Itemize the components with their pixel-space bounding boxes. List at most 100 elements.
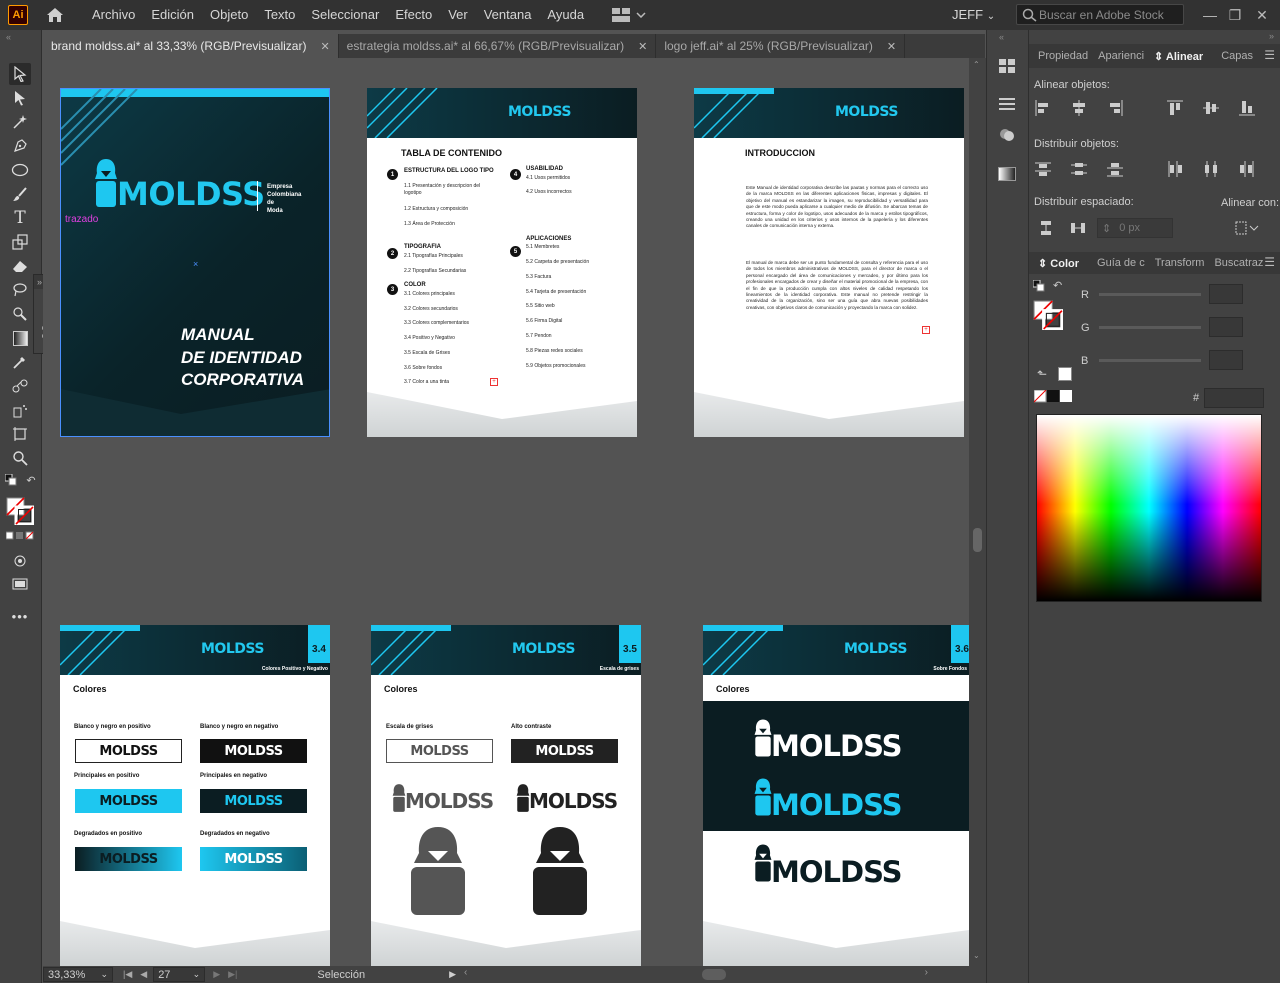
draw-mode-icon[interactable] (9, 550, 31, 572)
vertical-scrollbar[interactable]: ⌃ ⌄ (969, 58, 986, 966)
close-icon[interactable]: ✕ (887, 40, 896, 53)
user-menu[interactable]: JEFF ⌄ (952, 0, 995, 32)
distribute-vertical-spacing-icon[interactable] (1037, 219, 1055, 237)
stepper-icon[interactable]: ⇕ (1102, 222, 1111, 235)
pen-tool-icon[interactable] (9, 135, 31, 157)
fill-stroke-swatch[interactable] (1033, 300, 1063, 330)
tab-logo-jeff[interactable]: logo jeff.ai* al 25% (RGB/Previsualizar)… (656, 34, 906, 58)
tab-transformar[interactable]: Transform (1150, 257, 1210, 269)
default-colors-icon[interactable] (4, 473, 18, 487)
eraser-tool-icon[interactable] (9, 255, 31, 277)
distribute-center-h-icon[interactable] (1202, 160, 1220, 178)
g-slider[interactable] (1099, 326, 1201, 329)
align-to-selection-icon[interactable] (1234, 219, 1260, 237)
tab-propiedades[interactable]: Propiedad (1033, 50, 1093, 62)
close-icon[interactable]: ✕ (638, 40, 647, 53)
artboard-intro[interactable]: MOLDSS INTRODUCCION Este Manual de ident… (694, 88, 964, 437)
gradient-tool-icon[interactable] (9, 327, 31, 349)
tab-estrategia-moldss[interactable]: estrategia moldss.ai* al 66,67% (RGB/Pre… (339, 34, 657, 58)
tab-buscatrazos[interactable]: Buscatraz (1209, 257, 1268, 269)
distribute-right-icon[interactable] (1238, 160, 1256, 178)
distribute-center-v-icon[interactable] (1070, 160, 1088, 178)
eyedropper-tool-icon[interactable] (9, 351, 31, 373)
websafe-swatch[interactable] (1058, 367, 1072, 381)
horizontal-scrollbar[interactable]: ‹ › (462, 966, 932, 983)
collapse-icon[interactable]: « (6, 32, 11, 42)
menu-ayuda[interactable]: Ayuda (539, 0, 592, 30)
ellipse-tool-icon[interactable] (9, 159, 31, 181)
quick-swatches[interactable] (1034, 390, 1074, 403)
properties-icon[interactable] (998, 97, 1016, 116)
distribute-horizontal-spacing-icon[interactable] (1069, 219, 1087, 237)
appearance-icon[interactable] (998, 127, 1016, 148)
screen-mode-icon[interactable] (9, 574, 31, 596)
rotate-scale-tool-icon[interactable] (9, 231, 31, 253)
fill-stroke-swatch[interactable] (5, 496, 35, 526)
panel-menu-icon[interactable]: ☰ (1264, 48, 1275, 62)
more-tools-icon[interactable]: ••• (9, 605, 31, 627)
b-value-field[interactable] (1209, 350, 1243, 370)
type-tool-icon[interactable]: T (9, 207, 31, 229)
artboard-3-6[interactable]: MOLDSS 3.6 Sobre Fondos Colores MOLDSS M… (703, 625, 969, 966)
align-left-icon[interactable] (1034, 99, 1052, 117)
menu-edicion[interactable]: Edición (143, 0, 202, 30)
close-window-icon[interactable]: ✕ (1250, 0, 1274, 30)
align-center-h-icon[interactable] (1070, 99, 1088, 117)
overflow-plus-icon[interactable]: + (922, 326, 930, 334)
tab-guia-color[interactable]: Guía de c (1092, 257, 1150, 269)
scroll-thumb[interactable] (973, 528, 982, 552)
tab-brand-moldss[interactable]: brand moldss.ai* al 33,33% (RGB/Previsua… (43, 34, 339, 58)
menu-texto[interactable]: Texto (256, 0, 303, 30)
direct-selection-tool-icon[interactable] (9, 87, 31, 109)
canvas[interactable]: MOLDSS Empresa Colombiana de Moda MANUAL… (43, 58, 969, 966)
next-artboard-icon[interactable]: ▶ (213, 969, 220, 980)
selection-tool-icon[interactable] (9, 63, 31, 85)
artboard-tool-icon[interactable] (9, 423, 31, 445)
align-center-v-icon[interactable] (1202, 99, 1220, 117)
align-top-icon[interactable] (1166, 99, 1184, 117)
panel-menu-icon[interactable]: ☰ (1264, 255, 1275, 269)
gradient-panel-icon[interactable] (998, 167, 1016, 181)
tab-capas[interactable]: Capas (1216, 50, 1258, 62)
scroll-left-icon[interactable]: ‹ (464, 967, 467, 978)
menu-ventana[interactable]: Ventana (476, 0, 540, 30)
close-icon[interactable]: ✕ (320, 40, 329, 53)
scroll-thumb[interactable] (702, 969, 726, 980)
prev-artboard-icon[interactable]: ◀ (140, 969, 147, 980)
blend-tool-icon[interactable] (9, 375, 31, 397)
first-artboard-icon[interactable]: |◀ (123, 969, 132, 980)
last-artboard-icon[interactable]: ▶| (228, 969, 237, 980)
minimize-icon[interactable]: — (1198, 0, 1222, 30)
symbol-sprayer-tool-icon[interactable] (9, 399, 31, 421)
overflow-plus-icon[interactable]: + (490, 378, 498, 386)
scroll-right-icon[interactable]: › (925, 967, 928, 978)
out-of-gamut-icon[interactable]: ⬑ (1037, 367, 1047, 381)
artboard-number-input[interactable]: 27 ⌄ (153, 967, 206, 982)
restore-icon[interactable]: ❐ (1223, 0, 1247, 30)
tab-color[interactable]: ⇕ Color (1033, 257, 1084, 270)
menu-efecto[interactable]: Efecto (387, 0, 440, 30)
lasso-tool-icon[interactable] (9, 279, 31, 301)
g-value-field[interactable] (1209, 317, 1243, 337)
color-spectrum[interactable] (1036, 414, 1262, 602)
artboard-3-4[interactable]: MOLDSS 3.4 Colores Positivo y Negativo C… (60, 625, 330, 966)
align-bottom-icon[interactable] (1238, 99, 1256, 117)
artboard-3-5[interactable]: MOLDSS 3.5 Escala de grises Colores Esca… (371, 625, 641, 966)
distribute-top-icon[interactable] (1034, 160, 1052, 178)
distribute-left-icon[interactable] (1166, 160, 1184, 178)
swap-colors-icon[interactable]: ↶ (1053, 279, 1062, 292)
scroll-down-icon[interactable]: ⌄ (973, 951, 980, 960)
tab-alinear[interactable]: ⇕ Alinear (1149, 50, 1208, 63)
adobe-stock-search[interactable]: Buscar en Adobe Stock (1016, 4, 1184, 25)
home-icon[interactable] (44, 4, 66, 26)
menu-objeto[interactable]: Objeto (202, 0, 256, 30)
color-mode-icons[interactable] (5, 530, 35, 542)
menu-seleccionar[interactable]: Seleccionar (303, 0, 387, 30)
zoom-tool-icon[interactable] (9, 447, 31, 469)
b-slider[interactable] (1099, 359, 1201, 362)
artboard-cover[interactable]: MOLDSS Empresa Colombiana de Moda MANUAL… (60, 88, 330, 437)
shape-builder-tool-icon[interactable] (9, 303, 31, 325)
collapse-icon[interactable]: » (1269, 31, 1274, 41)
zoom-select[interactable]: 33,33% ⌄ (43, 967, 113, 982)
status-menu-icon[interactable]: ▶ (449, 969, 456, 980)
